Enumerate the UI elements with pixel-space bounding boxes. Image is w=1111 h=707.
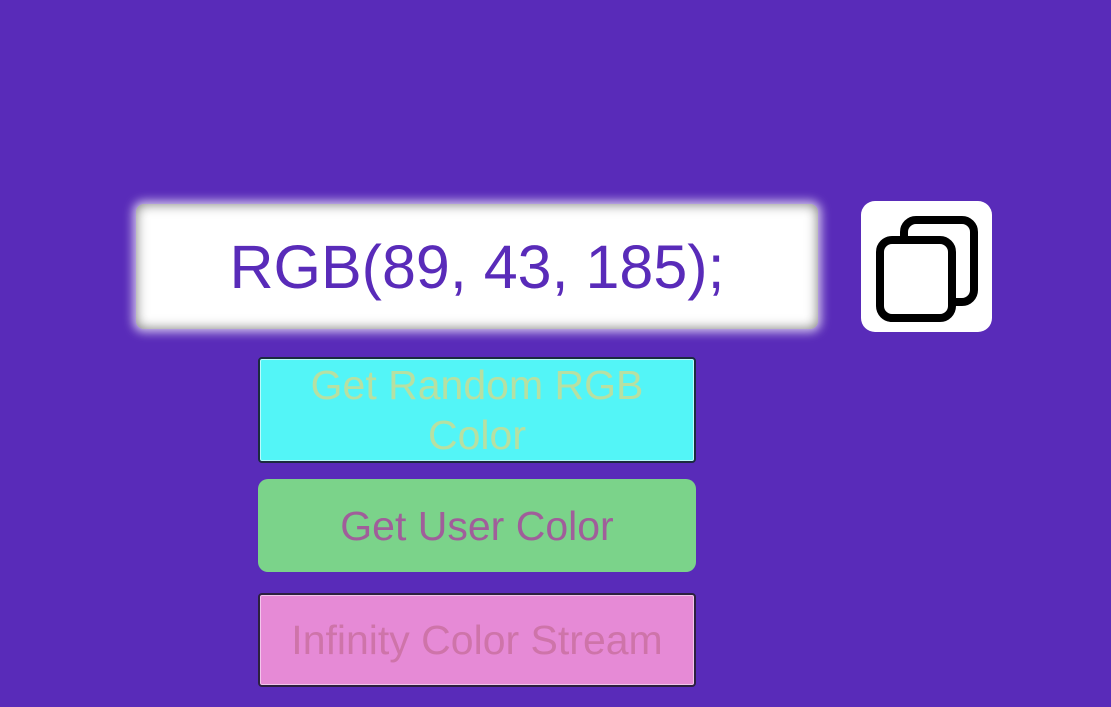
app-stage: RGB(89, 43, 185); Get Random RGB Color G… — [0, 0, 1111, 707]
get-random-rgb-color-button[interactable]: Get Random RGB Color — [258, 357, 696, 463]
get-user-color-button[interactable]: Get User Color — [258, 479, 696, 572]
color-value-display: RGB(89, 43, 185); — [136, 204, 818, 329]
copy-icon — [875, 215, 978, 322]
color-value-text: RGB(89, 43, 185); — [229, 232, 725, 301]
infinity-color-stream-button[interactable]: Infinity Color Stream — [258, 593, 696, 687]
copy-button[interactable] — [861, 201, 992, 332]
